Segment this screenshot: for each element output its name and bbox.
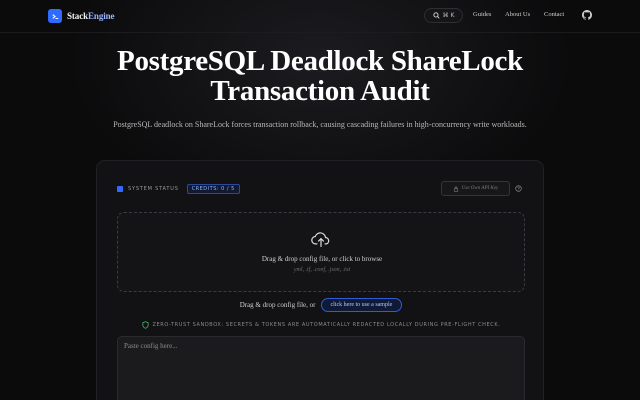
textarea-placeholder: Paste config here... <box>124 342 178 350</box>
page-title: PostgreSQL Deadlock ShareLock Transactio… <box>117 45 523 107</box>
use-own-api-key-button[interactable]: Use Own API Key <box>441 181 510 196</box>
nav-about-us[interactable]: About Us <box>505 11 530 18</box>
system-status: SYSTEM STATUS CREDITS: 0 / 5 <box>117 184 240 194</box>
shield-icon <box>141 321 149 329</box>
help-icon[interactable] <box>515 185 522 192</box>
sample-prompt: Drag & drop config file, or <box>239 301 316 309</box>
github-icon[interactable] <box>582 10 592 20</box>
page-subtitle: PostgreSQL deadlock on ShareLock forces … <box>113 120 527 129</box>
search-icon <box>432 12 440 19</box>
status-indicator-icon <box>117 186 123 192</box>
nav-contact[interactable]: Contact <box>544 11 564 18</box>
lock-icon <box>453 186 458 192</box>
brand-logo[interactable]: StackEngine <box>48 9 115 23</box>
security-notice: ZERO-TRUST SANDBOX: SECRETS & TOKENS ARE… <box>97 321 545 329</box>
nav-guides[interactable]: Guides <box>473 11 491 18</box>
credits-badge: CREDITS: 0 / 5 <box>186 184 240 194</box>
config-textarea[interactable]: Paste config here... <box>117 336 525 400</box>
dropzone-title: Drag & drop config file, or click to bro… <box>261 255 383 263</box>
search-button[interactable]: ⌘ K <box>424 8 463 23</box>
cloud-upload-icon <box>311 232 330 247</box>
audit-panel: SYSTEM STATUS CREDITS: 0 / 5 Use Own API… <box>96 160 544 400</box>
file-dropzone[interactable]: Drag & drop config file, or click to bro… <box>117 212 525 292</box>
status-label: SYSTEM STATUS <box>128 186 179 192</box>
brand-name: StackEngine <box>67 11 115 21</box>
dropzone-formats: yml, .tf, .conf, .json, .txt <box>293 267 351 273</box>
top-navbar: StackEngine ⌘ K Guides About Us Contact <box>0 0 640 33</box>
terminal-icon <box>48 9 62 23</box>
search-shortcut: ⌘ K <box>442 12 455 19</box>
notice-text: ZERO-TRUST SANDBOX: SECRETS & TOKENS ARE… <box>152 322 501 328</box>
use-sample-button[interactable]: click here to use a sample <box>320 298 403 312</box>
sample-row: Drag & drop config file, or click here t… <box>97 298 545 312</box>
api-key-label: Use Own API Key <box>461 186 499 191</box>
